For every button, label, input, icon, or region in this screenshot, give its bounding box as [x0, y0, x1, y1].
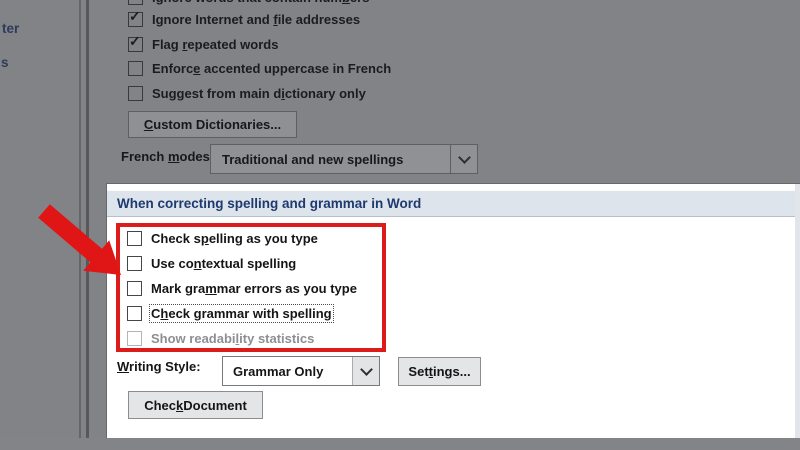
checkbox-box: ✓	[127, 331, 142, 346]
section-header-band: When correcting spelling and grammar in …	[107, 190, 800, 217]
checkbox-label: Use contextual spelling	[151, 256, 296, 271]
writing-style-label: Writing Style:	[117, 359, 201, 374]
chevron-down-icon	[360, 363, 373, 376]
sidebar-item-partial[interactable]: s	[1, 55, 9, 70]
checkbox-box: ✓	[128, 37, 143, 52]
checkbox-mark-grammar-errors[interactable]: ✓ Mark grammar errors as you type	[127, 281, 357, 296]
writing-style-value: Grammar Only	[223, 357, 352, 385]
checkbox-use-contextual-spelling[interactable]: ✓ Use contextual spelling	[127, 256, 296, 271]
french-modes-value: Traditional and new spellings	[211, 145, 450, 173]
checkbox-enforce-accented-uppercase[interactable]: ✓ Enforce accented uppercase in French	[128, 61, 391, 76]
checkmark-icon: ✓	[129, 9, 141, 23]
checkbox-label: Check spelling as you type	[151, 231, 318, 246]
dropdown-button[interactable]	[450, 145, 477, 173]
settings-button[interactable]: Settings...	[398, 357, 481, 386]
checkmark-icon: ✓	[129, 34, 141, 48]
french-modes-dropdown[interactable]: Traditional and new spellings	[210, 144, 478, 174]
section-header-title: When correcting spelling and grammar in …	[117, 196, 421, 211]
checkbox-label: Suggest from main dictionary only	[152, 86, 366, 101]
checkbox-box: ✓	[127, 306, 142, 321]
checkbox-label: Check grammar with spelling	[151, 306, 332, 321]
writing-style-dropdown[interactable]: Grammar Only	[222, 356, 380, 386]
checkbox-check-spelling-as-you-type[interactable]: ✓ Check spelling as you type	[127, 231, 318, 246]
checkbox-label: Ignore words that contain numbers	[152, 0, 369, 5]
checkbox-suggest-main-dictionary-only[interactable]: ✓ Suggest from main dictionary only	[128, 86, 366, 101]
red-arrow-annotation	[37, 204, 132, 289]
checkbox-label: Mark grammar errors as you type	[151, 281, 357, 296]
word-options-proofing-screen: ter s ✓ Ignore words that contain number…	[0, 0, 800, 450]
checkbox-flag-repeated-words[interactable]: ✓ Flag repeated words	[128, 37, 278, 52]
panel-right-strip	[795, 184, 800, 438]
checkbox-show-readability-statistics: ✓ Show readability statistics	[127, 331, 314, 346]
checkbox-check-grammar-with-spelling[interactable]: ✓ Check grammar with spelling	[127, 306, 332, 321]
checkbox-ignore-words-with-numbers[interactable]: ✓ Ignore words that contain numbers	[128, 0, 369, 5]
custom-dictionaries-button[interactable]: Custom Dictionaries...	[128, 111, 297, 138]
french-modes-label: French modes:	[121, 149, 214, 164]
check-document-button[interactable]: Check Document	[128, 391, 263, 419]
dropdown-button[interactable]	[352, 357, 379, 385]
chevron-down-icon	[458, 151, 471, 164]
checkbox-label: Flag repeated words	[152, 37, 278, 52]
checkmark-icon: ✓	[129, 0, 141, 1]
checkbox-label: Ignore Internet and file addresses	[152, 12, 360, 27]
checkbox-label: Enforce accented uppercase in French	[152, 61, 391, 76]
checkbox-box: ✓	[128, 86, 143, 101]
checkbox-box: ✓	[128, 0, 143, 5]
checkbox-box: ✓	[128, 12, 143, 27]
sidebar-item-partial[interactable]: ter	[2, 21, 19, 36]
checkbox-ignore-internet-addresses[interactable]: ✓ Ignore Internet and file addresses	[128, 12, 360, 27]
checkbox-label: Show readability statistics	[151, 331, 314, 346]
bottom-dimmed-strip	[0, 438, 800, 450]
checkbox-box: ✓	[128, 61, 143, 76]
